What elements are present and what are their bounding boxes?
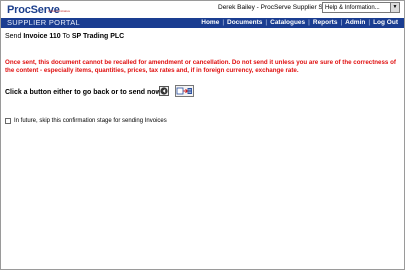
warning-message: Once sent, this document cannot be recal… (5, 59, 396, 74)
recipient-name: SP Trading PLC (71, 33, 125, 40)
nav-bar: SUPPLIER PORTAL Home | Documents | Catal… (1, 18, 404, 28)
logo-tagline: A Fiscal initiative (48, 9, 71, 13)
nav-links: Home | Documents | Catalogues | Reports … (198, 19, 401, 27)
action-prompt: Click a button either to go back or to s… (5, 89, 163, 96)
chevron-down-icon[interactable]: ▼ (390, 3, 399, 12)
nav-reports-link[interactable]: Reports (310, 19, 341, 27)
help-select[interactable]: Help & Information... ▼ (322, 2, 400, 13)
nav-catalogues-link[interactable]: Catalogues (267, 19, 308, 27)
back-arrow-icon (160, 87, 168, 95)
nav-home-link[interactable]: Home (198, 19, 222, 27)
top-bar: ProcServe A Fiscal initiative Derek Bail… (1, 1, 404, 18)
skip-confirmation-checkbox[interactable] (5, 118, 11, 124)
send-document-icon (176, 87, 192, 95)
send-to-label: To (62, 33, 70, 40)
skip-confirmation-label: In future, skip this confirmation stage … (14, 118, 167, 124)
back-button[interactable] (159, 86, 169, 96)
skip-confirmation-option: In future, skip this confirmation stage … (5, 118, 167, 124)
portal-title: SUPPLIER PORTAL (7, 18, 80, 27)
send-button[interactable] (175, 85, 194, 97)
browser-frame (0, 0, 405, 270)
document-name: Invoice 110 (23, 33, 61, 40)
help-select-value: Help & Information... (325, 5, 380, 11)
send-summary: Send Invoice 110 To SP Trading PLC (5, 33, 124, 40)
send-prefix: Send (5, 33, 22, 40)
nav-admin-link[interactable]: Admin (342, 19, 368, 27)
nav-documents-link[interactable]: Documents (224, 19, 265, 27)
nav-logout-link[interactable]: Log Out (370, 19, 401, 27)
